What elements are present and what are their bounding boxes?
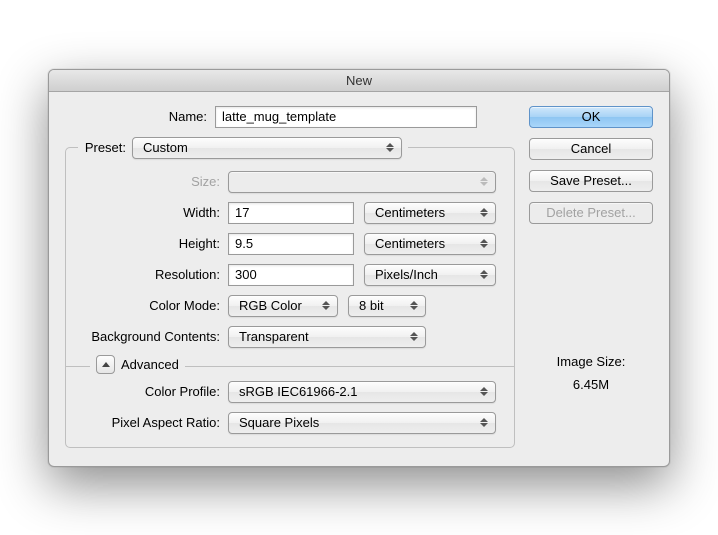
- updown-icon: [477, 413, 491, 433]
- pixelaspect-row: Pixel Aspect Ratio: Square Pixels: [78, 412, 502, 434]
- pixelaspect-select[interactable]: Square Pixels: [228, 412, 496, 434]
- preset-legend: Preset: Custom: [78, 137, 408, 159]
- width-row: Width: Centimeters: [78, 202, 502, 224]
- bitdepth-select[interactable]: 8 bit: [348, 295, 426, 317]
- bitdepth-value: 8 bit: [359, 298, 384, 313]
- name-row: Name:: [65, 106, 515, 128]
- bgcontents-value: Transparent: [239, 329, 309, 344]
- dialog-title: New: [49, 70, 669, 92]
- resolution-label: Resolution:: [78, 267, 228, 282]
- colorprofile-label: Color Profile:: [78, 384, 228, 399]
- height-row: Height: Centimeters: [78, 233, 502, 255]
- advanced-legend: Advanced: [90, 355, 185, 374]
- colormode-value: RGB Color: [239, 298, 302, 313]
- colorprofile-row: Color Profile: sRGB IEC61966-2.1: [78, 381, 502, 403]
- delete-preset-button: Delete Preset...: [529, 202, 653, 224]
- updown-icon: [407, 327, 421, 347]
- settings-panel: Name: Preset: Custom Size:: [65, 106, 515, 448]
- image-size-label: Image Size:: [529, 354, 653, 369]
- updown-icon: [319, 296, 333, 316]
- updown-icon: [477, 172, 491, 192]
- resolution-row: Resolution: Pixels/Inch: [78, 264, 502, 286]
- bgcontents-row: Background Contents: Transparent: [78, 326, 502, 348]
- cancel-button[interactable]: Cancel: [529, 138, 653, 160]
- save-preset-button[interactable]: Save Preset...: [529, 170, 653, 192]
- bgcontents-label: Background Contents:: [78, 329, 228, 344]
- colorprofile-select[interactable]: sRGB IEC61966-2.1: [228, 381, 496, 403]
- width-input[interactable]: [228, 202, 354, 224]
- name-label: Name:: [65, 109, 215, 124]
- updown-icon: [383, 138, 397, 158]
- height-label: Height:: [78, 236, 228, 251]
- image-size-block: Image Size: 6.45M: [529, 354, 653, 448]
- advanced-area: Advanced Color Profile: sRGB IEC61966-2.…: [66, 366, 514, 434]
- preset-value: Custom: [143, 140, 188, 155]
- width-label: Width:: [78, 205, 228, 220]
- updown-icon: [477, 382, 491, 402]
- updown-icon: [477, 234, 491, 254]
- ok-button[interactable]: OK: [529, 106, 653, 128]
- advanced-toggle[interactable]: [96, 355, 115, 374]
- pixelaspect-value: Square Pixels: [239, 415, 319, 430]
- width-unit-select[interactable]: Centimeters: [364, 202, 496, 224]
- dialog-content: Name: Preset: Custom Size:: [49, 92, 669, 466]
- advanced-label: Advanced: [121, 357, 179, 372]
- width-unit-value: Centimeters: [375, 205, 445, 220]
- size-row: Size:: [78, 171, 502, 193]
- button-panel: OK Cancel Save Preset... Delete Preset..…: [529, 106, 653, 448]
- resolution-unit-select[interactable]: Pixels/Inch: [364, 264, 496, 286]
- colorprofile-value: sRGB IEC61966-2.1: [239, 384, 358, 399]
- colormode-select[interactable]: RGB Color: [228, 295, 338, 317]
- preset-fieldset: Preset: Custom Size:: [65, 137, 515, 448]
- resolution-input[interactable]: [228, 264, 354, 286]
- pixelaspect-label: Pixel Aspect Ratio:: [78, 415, 228, 430]
- height-unit-select[interactable]: Centimeters: [364, 233, 496, 255]
- height-input[interactable]: [228, 233, 354, 255]
- updown-icon: [477, 265, 491, 285]
- updown-icon: [407, 296, 421, 316]
- image-size-value: 6.45M: [529, 377, 653, 392]
- height-unit-value: Centimeters: [375, 236, 445, 251]
- preset-label: Preset:: [84, 140, 126, 155]
- updown-icon: [477, 203, 491, 223]
- name-input[interactable]: [215, 106, 477, 128]
- bgcontents-select[interactable]: Transparent: [228, 326, 426, 348]
- colormode-label: Color Mode:: [78, 298, 228, 313]
- colormode-row: Color Mode: RGB Color 8 bit: [78, 295, 502, 317]
- resolution-unit-value: Pixels/Inch: [375, 267, 438, 282]
- size-select: [228, 171, 496, 193]
- preset-select[interactable]: Custom: [132, 137, 402, 159]
- size-label: Size:: [78, 174, 228, 189]
- new-document-dialog: New Name: Preset: Custom Size:: [48, 69, 670, 467]
